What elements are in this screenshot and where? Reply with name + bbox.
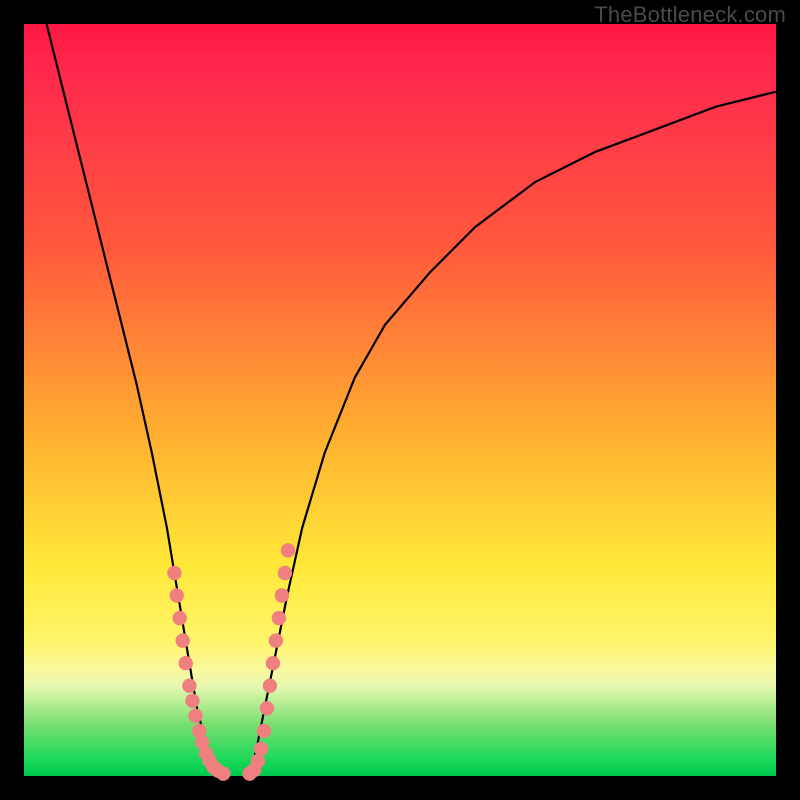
data-dot [188,709,202,723]
data-dot [278,566,292,580]
data-dot [263,679,277,693]
data-dot [179,656,193,670]
right-curve [250,92,776,776]
data-dot [266,656,280,670]
data-dot [182,679,196,693]
curve-group [47,24,776,776]
data-dot [269,633,283,647]
data-dot [275,588,289,602]
plot-area [24,24,776,776]
data-dot [281,543,295,557]
data-dot [254,742,268,756]
data-dot [185,694,199,708]
left-curve [47,24,220,776]
data-dot [257,724,271,738]
dots-group [167,543,295,781]
data-dot [173,611,187,625]
data-dot [216,767,230,781]
data-dot [272,611,286,625]
chart-svg [24,24,776,776]
chart-frame: TheBottleneck.com [0,0,800,800]
data-dot [260,701,274,715]
data-dot [251,754,265,768]
data-dot [176,633,190,647]
data-dot [167,566,181,580]
data-dot [170,588,184,602]
watermark-label: TheBottleneck.com [594,2,786,28]
